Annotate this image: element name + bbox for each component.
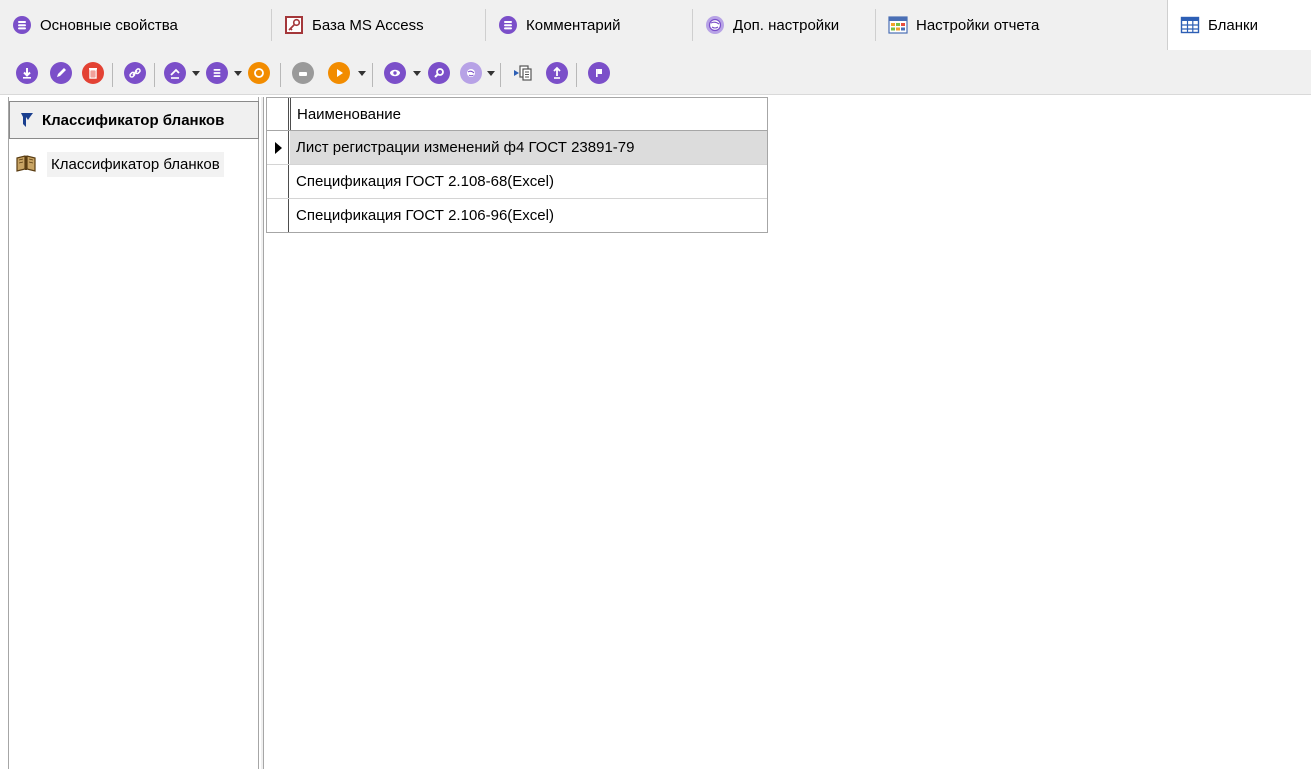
- tree-item[interactable]: Классификатор бланков: [15, 147, 260, 181]
- list-icon: [206, 62, 228, 84]
- classifier-header[interactable]: Классификатор бланков: [9, 101, 259, 139]
- link-icon: [124, 62, 146, 84]
- key-icon: [284, 15, 304, 35]
- tree-item-label: Классификатор бланков: [47, 151, 224, 177]
- globe-button[interactable]: [458, 60, 484, 86]
- flag-icon: [588, 62, 610, 84]
- refresh-button[interactable]: [246, 60, 272, 86]
- globe-dropdown[interactable]: [486, 66, 496, 80]
- tab-label: Комментарий: [526, 16, 621, 34]
- grid-header: Наименование: [267, 98, 767, 131]
- tab-ms-access[interactable]: База MS Access: [272, 0, 484, 50]
- copy-button[interactable]: [510, 60, 536, 86]
- run-dropdown[interactable]: [357, 66, 367, 80]
- edit-button[interactable]: [48, 60, 74, 86]
- table-row[interactable]: Спецификация ГОСТ 2.108-68(Excel): [267, 165, 767, 199]
- tab-bar: Основные свойства База MS Access Коммент…: [0, 0, 1311, 50]
- tab-report-settings[interactable]: Настройки отчета: [876, 0, 1166, 50]
- book-icon: [15, 154, 37, 174]
- view-button[interactable]: [382, 60, 408, 86]
- flag-button[interactable]: [586, 60, 612, 86]
- upload-icon: [546, 62, 568, 84]
- filter-icon[interactable]: [18, 111, 36, 129]
- search-button[interactable]: [426, 60, 452, 86]
- current-row-arrow-icon: [274, 141, 282, 154]
- table-row[interactable]: Лист регистрации изменений ф4 ГОСТ 23891…: [267, 131, 767, 165]
- tab-label: Доп. настройки: [733, 16, 840, 34]
- pane-splitter[interactable]: [261, 97, 264, 769]
- report-icon: [888, 15, 908, 35]
- copy-icon: [512, 61, 534, 86]
- row-indicator: [267, 199, 289, 232]
- table-icon: [1180, 15, 1200, 35]
- tab-label: Бланки: [1208, 16, 1258, 34]
- database-icon: [164, 62, 186, 84]
- tab-extra-settings[interactable]: Доп. настройки: [693, 0, 874, 50]
- table-cell-name[interactable]: Лист регистрации изменений ф4 ГОСТ 23891…: [290, 131, 767, 164]
- globe-icon: [460, 62, 482, 84]
- database-button[interactable]: [162, 60, 188, 86]
- run-button[interactable]: [326, 60, 352, 86]
- print-button[interactable]: [290, 60, 316, 86]
- classifier-panel: Классификатор бланков Классификатор блан…: [8, 97, 259, 769]
- tab-label: Основные свойства: [40, 16, 178, 34]
- tab-label: Настройки отчета: [916, 16, 1040, 34]
- refresh-icon: [248, 62, 270, 84]
- search-icon: [428, 62, 450, 84]
- add-button[interactable]: [14, 60, 40, 86]
- database-dropdown[interactable]: [191, 66, 201, 80]
- view-icon: [384, 62, 406, 84]
- database-icon: [498, 15, 518, 35]
- database-icon: [12, 15, 32, 35]
- add-icon: [16, 62, 38, 84]
- upload-button[interactable]: [544, 60, 570, 86]
- toolbar: [0, 50, 1311, 95]
- run-icon: [328, 62, 350, 84]
- edit-icon: [50, 62, 72, 84]
- delete-button[interactable]: [80, 60, 106, 86]
- classifier-title: Классификатор бланков: [42, 111, 225, 129]
- table-cell-name[interactable]: Спецификация ГОСТ 2.108-68(Excel): [290, 165, 767, 198]
- table-cell-name[interactable]: Спецификация ГОСТ 2.106-96(Excel): [290, 199, 767, 232]
- print-icon: [292, 62, 314, 84]
- link-button[interactable]: [122, 60, 148, 86]
- column-header-name[interactable]: Наименование: [290, 98, 767, 130]
- tab-main-properties[interactable]: Основные свойства: [0, 0, 270, 50]
- tab-comment[interactable]: Комментарий: [486, 0, 691, 50]
- list-button[interactable]: [204, 60, 230, 86]
- blanks-grid: Наименование Лист регистрации изменений …: [266, 97, 768, 233]
- tab-label: База MS Access: [312, 16, 424, 34]
- row-indicator: [267, 165, 289, 198]
- view-dropdown[interactable]: [412, 66, 422, 80]
- delete-icon: [82, 62, 104, 84]
- row-indicator: [267, 131, 289, 164]
- table-row[interactable]: Спецификация ГОСТ 2.106-96(Excel): [267, 199, 767, 233]
- list-dropdown[interactable]: [233, 66, 243, 80]
- tab-blanks[interactable]: Бланки: [1167, 0, 1311, 50]
- globe-icon: [705, 15, 725, 35]
